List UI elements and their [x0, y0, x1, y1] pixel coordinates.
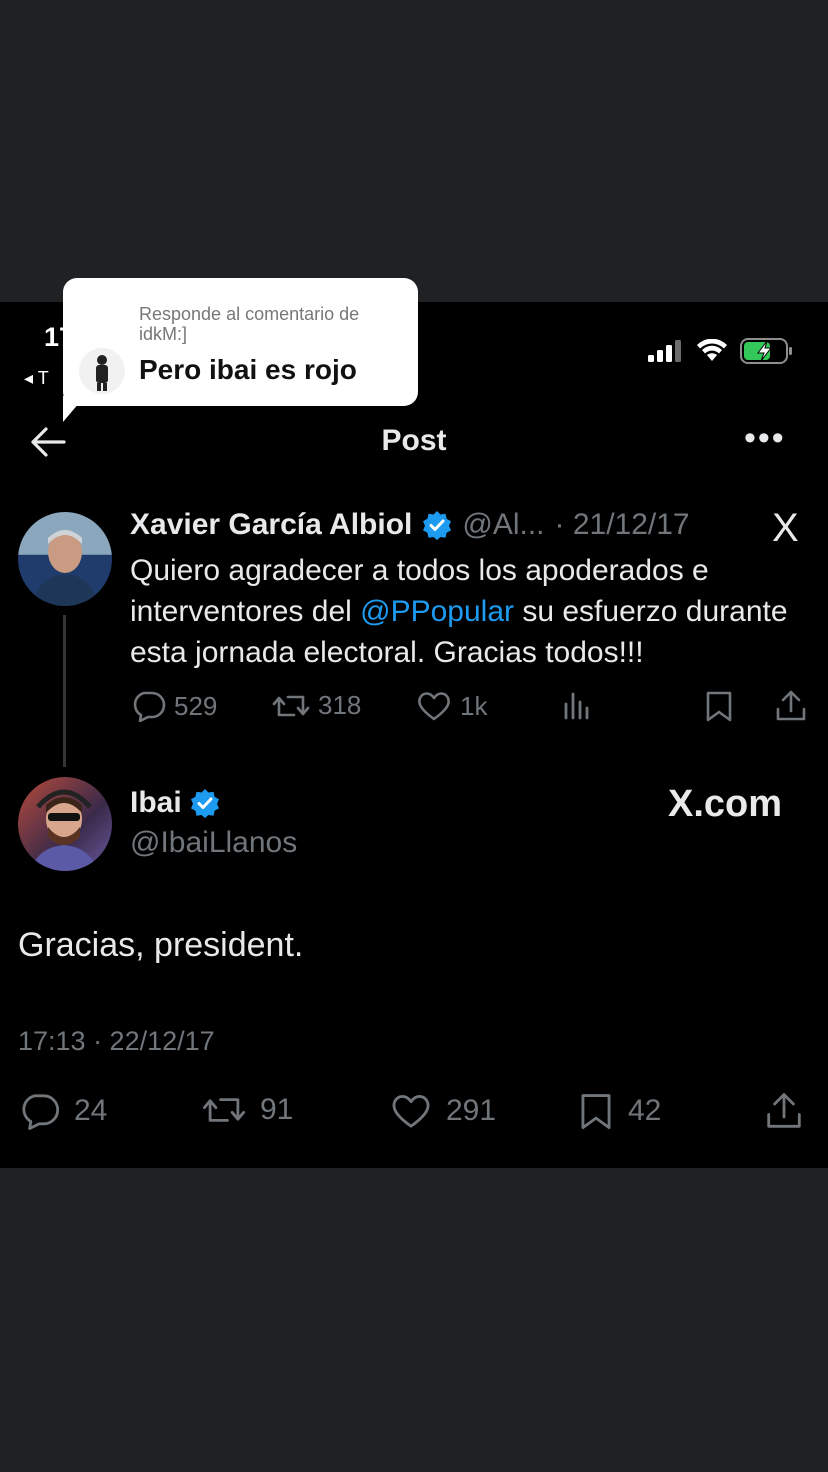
bookmark-button[interactable] [704, 690, 734, 722]
reply-text: Pero ibai es rojo [139, 354, 357, 385]
reply-count: 529 [174, 690, 218, 721]
main-author-handle[interactable]: @IbaiLlanos [130, 826, 297, 860]
x-logo-icon: X [772, 506, 799, 550]
albiol-avatar[interactable] [18, 512, 112, 606]
quoted-actions: 529 318 1k [130, 690, 812, 726]
share-button[interactable] [764, 1092, 804, 1130]
bookmark-icon [704, 690, 734, 722]
repost-icon [202, 1092, 246, 1128]
main-author-name[interactable]: Ibai [130, 786, 182, 820]
quoted-author-name[interactable]: Xavier García Albiol [130, 508, 412, 542]
views-button[interactable] [562, 690, 592, 720]
repost-icon [272, 691, 310, 721]
quoted-author-row: Xavier García Albiol @Al... · 21/12/17 [130, 508, 690, 542]
bookmark-icon [578, 1092, 614, 1130]
quoted-tweet-text: Quiero agradecer a todos los apoderados … [130, 550, 810, 673]
quoted-author-handle[interactable]: @Al... [462, 508, 544, 542]
share-button[interactable] [774, 690, 808, 722]
views-chart-icon [562, 690, 592, 720]
heart-icon [390, 1092, 432, 1130]
share-icon [764, 1092, 804, 1130]
battery-charging-icon [740, 338, 794, 364]
x-com-watermark: X.com [668, 783, 783, 825]
bookmark-button[interactable]: 42 [578, 1092, 661, 1130]
commenter-avatar [79, 348, 125, 394]
bubble-tail [63, 396, 85, 422]
repost-count: 91 [260, 1093, 294, 1126]
reply-button[interactable]: 529 [130, 690, 217, 722]
thread-line [63, 615, 66, 767]
main-actions: 24 91 291 42 [18, 1092, 808, 1136]
reply-icon [130, 690, 166, 722]
wifi-icon [696, 339, 728, 363]
repost-count: 318 [318, 690, 362, 720]
quoted-date: · 21/12/17 [554, 508, 690, 541]
like-count: 291 [446, 1094, 497, 1127]
mention-link[interactable]: @PPopular [360, 595, 514, 628]
reply-count: 24 [74, 1094, 108, 1127]
reply-comment-bubble[interactable]: Responde al comentario de idkM:] Pero ib… [63, 278, 418, 406]
more-options-icon[interactable]: ••• [744, 421, 786, 455]
like-count: 1k [460, 690, 488, 721]
page-title: Post [381, 424, 447, 457]
repost-button[interactable]: 318 [272, 690, 361, 721]
reply-button[interactable]: 24 [18, 1092, 107, 1130]
bookmark-count: 42 [628, 1094, 662, 1127]
repost-button[interactable]: 91 [202, 1092, 293, 1128]
ibai-avatar[interactable] [18, 777, 112, 871]
main-author-row: Ibai [130, 786, 220, 820]
status-icons [648, 338, 794, 364]
verified-badge-icon [422, 510, 452, 540]
share-icon [774, 690, 808, 722]
like-button[interactable]: 1k [416, 690, 487, 722]
like-button[interactable]: 291 [390, 1092, 496, 1130]
heart-icon [416, 690, 452, 722]
reply-icon [18, 1092, 60, 1130]
verified-badge-icon [190, 788, 220, 818]
tweet-timestamp: 17:13 · 22/12/17 [18, 1026, 215, 1056]
reply-context: Responde al comentario de idkM:] [139, 304, 360, 344]
main-tweet-text: Gracias, president. [18, 926, 304, 964]
signal-icon [648, 340, 684, 362]
back-to-app-link[interactable]: ◂ T [24, 368, 49, 389]
